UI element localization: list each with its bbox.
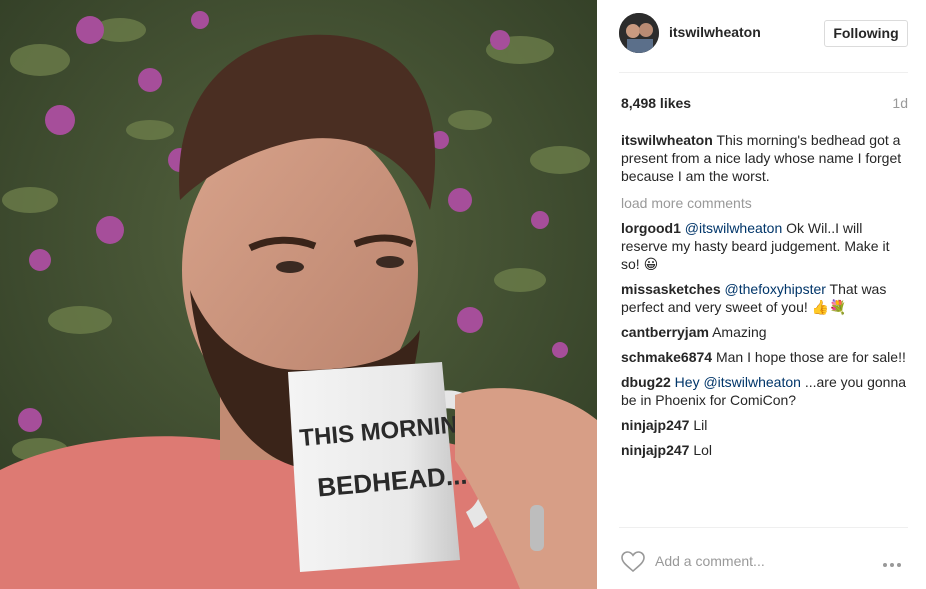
post-sidebar: itswilwheaton Following 8,498 likes 1d i… — [597, 0, 926, 589]
comment-item: missasketches @thefoxyhipster That was p… — [621, 280, 907, 316]
comment-username[interactable]: ninjajp247 — [621, 442, 689, 458]
post-header: itswilwheaton Following — [597, 0, 926, 73]
post-photo[interactable]: THIS MORNING'S BEDHEAD... — [0, 0, 597, 589]
comments-list[interactable]: itswilwheaton This morning's bedhead got… — [621, 131, 907, 527]
comment-item: lorgood1 @itswilwheaton Ok Wil..I will r… — [621, 219, 907, 273]
following-button[interactable]: Following — [824, 20, 908, 47]
comment-username[interactable]: schmake6874 — [621, 349, 712, 365]
comment-mention[interactable]: @thefoxyhipster — [725, 281, 826, 297]
comment-username[interactable]: dbug22 — [621, 374, 671, 390]
photo-illustration: THIS MORNING'S BEDHEAD... — [0, 0, 597, 589]
heart-icon[interactable] — [621, 551, 645, 573]
comment-item: ninjajp247 Lol — [621, 441, 907, 459]
comment-username[interactable]: lorgood1 — [621, 220, 681, 236]
comment-mention[interactable]: Hey @itswilwheaton — [675, 374, 801, 390]
load-more-comments-link[interactable]: load more comments — [621, 194, 907, 212]
comment-text: Man I hope those are for sale!! — [715, 349, 906, 365]
comments-divider — [619, 527, 908, 528]
likes-count[interactable]: 8,498 likes — [621, 95, 691, 111]
comment-text: Amazing — [712, 324, 767, 340]
post-age[interactable]: 1d — [892, 95, 908, 111]
comment-item: cantberryjam Amazing — [621, 323, 907, 341]
comment-username[interactable]: ninjajp247 — [621, 417, 689, 433]
comment-username[interactable]: missasketches — [621, 281, 721, 297]
comment-item: dbug22 Hey @itswilwheaton ...are you gon… — [621, 373, 907, 409]
avatar[interactable] — [619, 13, 659, 53]
comment-item: schmake6874 Man I hope those are for sal… — [621, 348, 907, 366]
header-divider — [619, 72, 908, 73]
avatar-image — [619, 13, 659, 53]
author-username[interactable]: itswilwheaton — [669, 24, 761, 40]
comment-item: ninjajp247 Lil — [621, 416, 907, 434]
comment-text: Lil — [693, 417, 708, 433]
comment-mention[interactable]: @itswilwheaton — [685, 220, 782, 236]
caption-username[interactable]: itswilwheaton — [621, 132, 713, 148]
post-caption: itswilwheaton This morning's bedhead got… — [621, 131, 907, 185]
comment-text: Lol — [693, 442, 713, 458]
comment-username[interactable]: cantberryjam — [621, 324, 709, 340]
more-options-icon[interactable] — [883, 554, 909, 568]
add-comment-input[interactable]: Add a comment... — [655, 553, 765, 569]
